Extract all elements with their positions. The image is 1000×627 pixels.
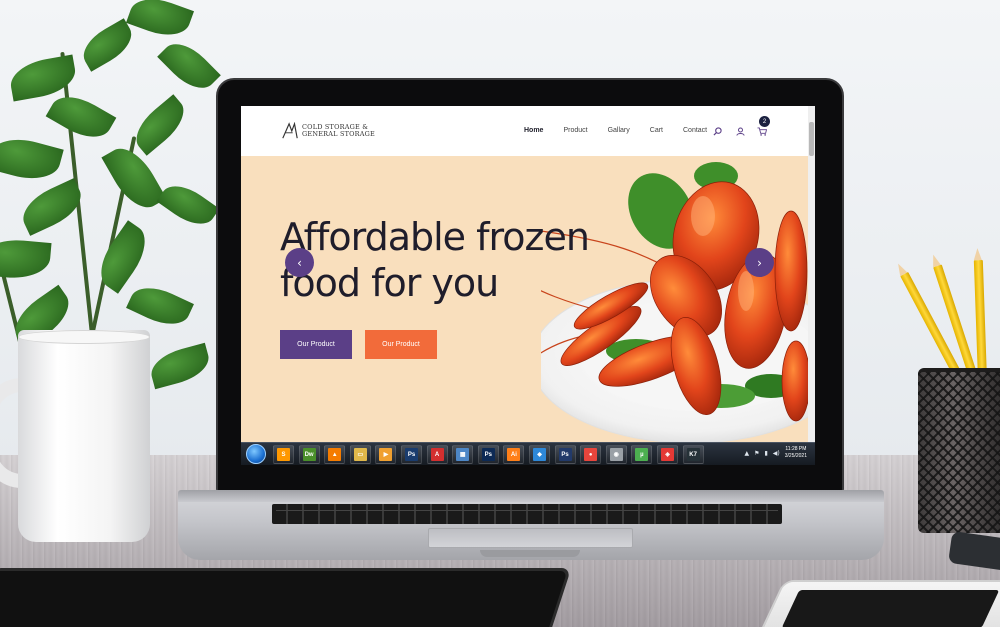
photoshop-icon: Ps xyxy=(405,448,418,461)
chrome-icon: ● xyxy=(584,448,598,461)
our-product-button-secondary[interactable]: Our Product xyxy=(365,330,437,359)
site-logo[interactable]: COLD STORAGE & GENERAL STORAGE xyxy=(281,122,375,140)
nav-gallary[interactable]: Gallary xyxy=(608,127,630,134)
taskbar-app-acrobat[interactable]: A xyxy=(426,445,448,464)
slider-next-button[interactable]: › xyxy=(745,248,774,277)
laptop-screen: COLD STORAGE & GENERAL STORAGE Home Prod… xyxy=(241,106,815,465)
taskbar-app-anydesk[interactable]: ◈ xyxy=(657,445,678,464)
taskbar-app-chrome[interactable]: ● xyxy=(580,445,602,464)
taskbar-app-eye[interactable]: ◉ xyxy=(605,445,627,464)
utorrent-icon: µ xyxy=(635,448,649,461)
logo-text-line2: GENERAL STORAGE xyxy=(302,130,375,138)
main-nav: Home Product Gallary Cart Contact xyxy=(524,127,707,134)
keyboard-row-divider xyxy=(276,510,778,511)
dreamweaver-icon: Dw xyxy=(302,448,316,461)
illustrator-icon: Ai xyxy=(507,448,521,461)
photoshop-icon: Ps xyxy=(481,448,495,461)
photoshop-icon: Ps xyxy=(558,448,572,461)
tray-volume-icon[interactable]: ◀) xyxy=(773,450,780,457)
smartphone xyxy=(756,580,1000,627)
nav-cart[interactable]: Cart xyxy=(650,127,663,134)
user-icon[interactable] xyxy=(734,125,746,137)
taskbar-app-vlc[interactable]: ▲ xyxy=(324,445,346,464)
our-product-button-primary[interactable]: Our Product xyxy=(280,330,352,359)
taskbar-app-file-explorer[interactable]: ▭ xyxy=(349,445,371,464)
taskbar-app-photoshop[interactable]: Ps xyxy=(554,445,576,464)
taskbar-app-illustrator[interactable]: Ai xyxy=(503,445,525,464)
taskbar-app-photoshop[interactable]: Ps xyxy=(477,445,499,464)
taskbar-app-sublime[interactable]: S xyxy=(273,445,294,464)
acrobat-icon: A xyxy=(430,448,444,461)
taskbar-app-network[interactable]: ◆ xyxy=(529,445,550,464)
clock-time: 11:28 PM xyxy=(785,446,807,452)
network-icon: ◆ xyxy=(533,448,546,461)
media-player-icon: ▶ xyxy=(379,448,393,461)
tray-arrow-icon[interactable]: ▲ xyxy=(744,450,749,457)
laptop-trackpad xyxy=(428,528,633,548)
laptop-keyboard xyxy=(272,504,782,524)
chevron-right-icon: › xyxy=(757,255,762,270)
tray-network-icon[interactable]: ▮ xyxy=(764,450,767,457)
nav-product[interactable]: Product xyxy=(563,127,587,134)
start-button[interactable] xyxy=(246,444,266,464)
tablet xyxy=(0,568,572,627)
system-tray: ▲ ⚑ ▮ ◀) 11:28 PM 3/25/2021 xyxy=(744,446,807,460)
taskbar-app-photoshop[interactable]: Ps xyxy=(401,445,422,464)
cart-count-badge: 2 xyxy=(759,116,770,127)
hero-title: Affordable frozen food for you xyxy=(280,214,590,306)
photo-viewer-icon: ▦ xyxy=(456,448,470,461)
taskbar-app-utorrent[interactable]: µ xyxy=(631,445,653,464)
chevron-left-icon: ‹ xyxy=(297,255,302,270)
tray-flag-icon[interactable]: ⚑ xyxy=(754,450,759,457)
cart-icon[interactable] xyxy=(756,125,768,137)
site-header: COLD STORAGE & GENERAL STORAGE Home Prod… xyxy=(241,106,815,156)
file-explorer-icon: ▭ xyxy=(353,448,367,461)
logo-mark-icon xyxy=(282,122,298,139)
hero-title-line1: Affordable frozen xyxy=(280,215,590,259)
anydesk-icon: ◈ xyxy=(661,448,674,461)
windows-taskbar: S Dw ▲ ▭ ▶ Ps A ▦ Ps Ai ◆ Ps ● ◉ µ ◈ K7 ▲ ⚑ ▮ ◀) 11:28 P… xyxy=(241,442,815,465)
laptop-hinge xyxy=(178,490,884,502)
taskbar-clock[interactable]: 11:28 PM 3/25/2021 xyxy=(785,446,807,460)
page-scrollbar[interactable] xyxy=(808,106,815,446)
scrollbar-thumb[interactable] xyxy=(809,122,814,156)
nav-home[interactable]: Home xyxy=(524,127,543,134)
search-icon[interactable] xyxy=(711,125,723,137)
sublime-icon: S xyxy=(277,448,290,461)
taskbar-app-media-player[interactable]: ▶ xyxy=(375,445,397,464)
eye-icon: ◉ xyxy=(609,448,623,461)
laptop-notch xyxy=(480,550,580,557)
nav-contact[interactable]: Contact xyxy=(683,127,707,134)
logo-text: COLD STORAGE & GENERAL STORAGE xyxy=(302,124,375,138)
vlc-icon: ▲ xyxy=(328,448,342,461)
taskbar-app-k7[interactable]: K7 xyxy=(682,445,704,464)
k7-icon: K7 xyxy=(686,448,700,461)
taskbar-app-dreamweaver[interactable]: Dw xyxy=(298,445,320,464)
taskbar-app-photo-viewer[interactable]: ▦ xyxy=(452,445,474,464)
coffee-mug xyxy=(0,330,150,545)
pencil-cup xyxy=(900,259,1000,535)
clock-date: 3/25/2021 xyxy=(784,453,807,459)
slider-prev-button[interactable]: ‹ xyxy=(285,248,314,277)
